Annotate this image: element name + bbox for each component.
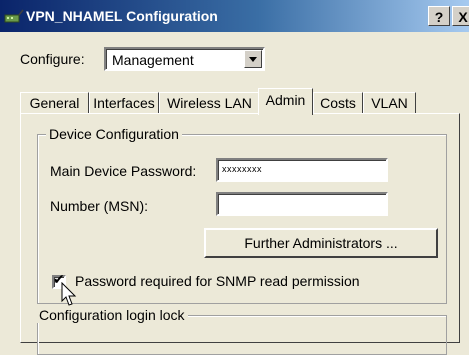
tab-wireless-lan[interactable]: Wireless LAN — [159, 92, 260, 114]
tab-general[interactable]: General — [20, 92, 89, 114]
number-msn-field[interactable] — [216, 192, 388, 216]
title-bar[interactable]: VPN_NHAMEL Configuration ? X — [0, 0, 469, 32]
chevron-down-icon[interactable] — [244, 50, 262, 68]
configuration-login-lock-group: Configuration login lock — [36, 307, 447, 355]
number-msn-label: Number (MSN): — [50, 198, 149, 214]
tab-interfaces[interactable]: Interfaces — [89, 92, 159, 114]
tab-admin[interactable]: Admin — [258, 88, 313, 115]
device-configuration-legend: Device Configuration — [46, 126, 182, 142]
further-administrators-button[interactable]: Further Administrators ... — [204, 228, 438, 258]
admin-tab-panel: Device Configuration Main Device Passwor… — [20, 113, 460, 355]
tab-costs[interactable]: Costs — [313, 92, 363, 114]
tab-vlan[interactable]: VLAN — [363, 92, 416, 114]
configuration-login-lock-legend: Configuration login lock — [36, 307, 188, 323]
window-title: VPN_NHAMEL Configuration — [26, 8, 218, 24]
configure-select-value: Management — [112, 52, 194, 68]
mouse-pointer-icon — [61, 282, 77, 306]
snmp-password-label: Password required for SNMP read permissi… — [75, 273, 360, 289]
configure-select[interactable]: Management — [104, 47, 265, 71]
close-button[interactable]: X — [452, 6, 469, 26]
configure-label: Configure: — [20, 51, 85, 67]
main-device-password-label: Main Device Password: — [50, 163, 197, 179]
main-device-password-field[interactable]: xxxxxxxx — [216, 158, 388, 182]
network-device-icon — [4, 9, 24, 23]
help-button[interactable]: ? — [428, 6, 450, 26]
